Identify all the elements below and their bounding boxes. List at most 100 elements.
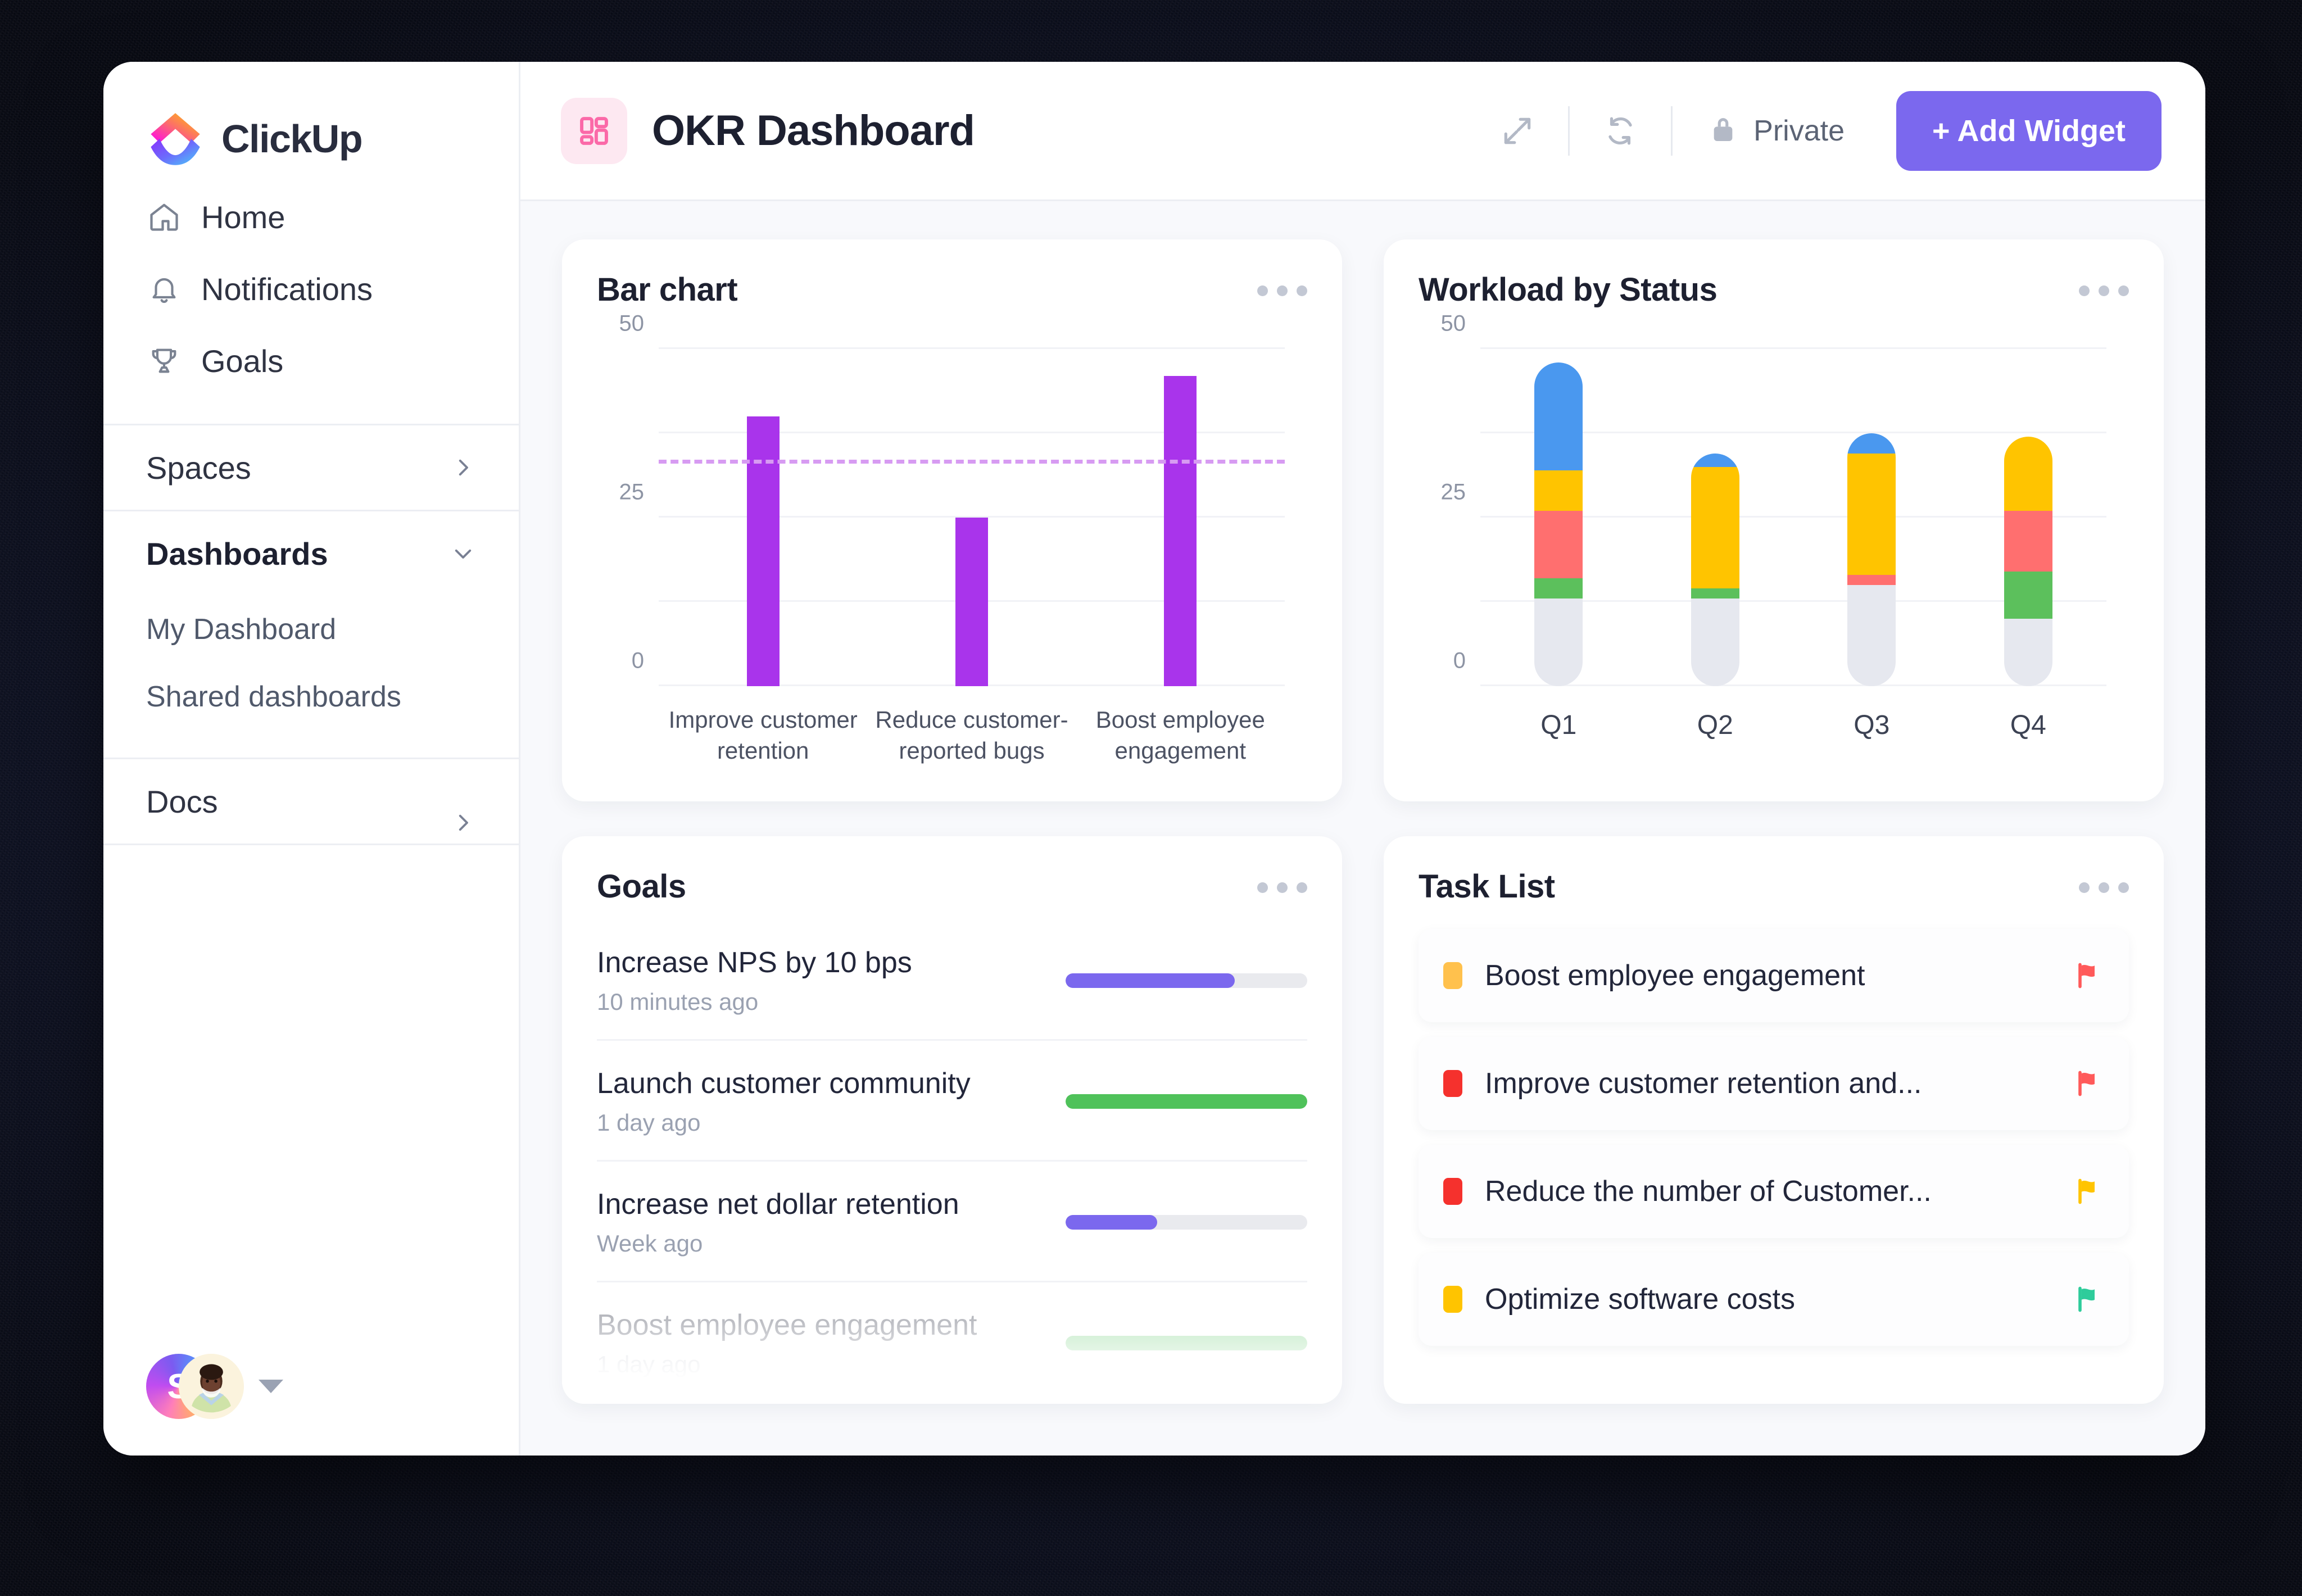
- bar-chart-x-labels: Improve customer retention Reduce custome…: [659, 704, 1285, 767]
- more-options-icon[interactable]: [2079, 868, 2129, 893]
- task-row[interactable]: Improve customer retention and...: [1419, 1037, 2129, 1130]
- goal-row[interactable]: Boost employee engagement 1 day ago: [597, 1282, 1307, 1402]
- refresh-icon[interactable]: [1594, 105, 1646, 157]
- expand-arrows-icon[interactable]: [1492, 105, 1543, 157]
- divider: [1671, 106, 1673, 156]
- goal-row[interactable]: Increase NPS by 10 bps 10 minutes ago: [597, 920, 1307, 1041]
- widget-task-list: Task List Boost employee engagement Impro…: [1384, 836, 2164, 1404]
- sidebar-section-label: Spaces: [146, 450, 251, 486]
- trophy-icon: [146, 343, 182, 379]
- widget-title: Task List: [1419, 868, 1555, 905]
- stacked-bar[interactable]: [1847, 433, 1896, 686]
- bar-segment: [1691, 467, 1739, 588]
- y-axis-tick-label: 50: [1440, 311, 1466, 336]
- sidebar-item-goals[interactable]: Goals: [103, 325, 519, 397]
- sidebar-item-notifications[interactable]: Notifications: [103, 253, 519, 325]
- sidebar-section-dashboards[interactable]: Dashboards: [103, 511, 519, 596]
- stack-slot: [1950, 349, 2107, 686]
- sidebar-section-docs[interactable]: Docs: [103, 759, 519, 844]
- goal-timestamp: 1 day ago: [597, 1109, 701, 1136]
- sidebar-item-label: Goals: [201, 343, 284, 379]
- primary-nav: Home Notifications Goals: [103, 172, 519, 397]
- caret-down-icon[interactable]: [259, 1380, 283, 1393]
- bars-layer: [1480, 349, 2106, 686]
- goal-progress-bar: [1066, 1336, 1307, 1350]
- bar-segment: [1534, 598, 1583, 686]
- privacy-indicator[interactable]: Private: [1697, 114, 1855, 148]
- x-axis-tick-label: Reduce customer-reported bugs: [875, 706, 1068, 764]
- sidebar-item-home[interactable]: Home: [103, 181, 519, 253]
- app-window: ClickUp Home Notifications Goals Spaces …: [103, 62, 2205, 1456]
- sidebar-section-label: Docs: [146, 783, 218, 819]
- stacked-bar[interactable]: [2004, 437, 2052, 686]
- user-avatar[interactable]: [179, 1354, 244, 1419]
- task-row[interactable]: Optimize software costs: [1419, 1253, 2129, 1346]
- goal-timestamp: 10 minutes ago: [597, 989, 759, 1015]
- sidebar-subitem-label: Shared dashboards: [146, 681, 401, 713]
- goal-texts: Increase net dollar retention Week ago: [597, 1187, 1043, 1257]
- stacked-chart-plot: 0 25 50: [1441, 311, 2106, 686]
- task-name: Optimize software costs: [1485, 1283, 1795, 1316]
- x-axis-tick-label: Q4: [2010, 710, 2046, 740]
- chevron-right-icon: [451, 456, 475, 479]
- sidebar-item-shared-dashboards[interactable]: Shared dashboards: [103, 663, 519, 731]
- bar-segment: [1534, 578, 1583, 598]
- bar-segment: [1534, 511, 1583, 578]
- widget-grid: Bar chart 0 25 50 Improve customer retenti…: [520, 201, 2205, 1456]
- sidebar-item-label: Home: [201, 199, 286, 235]
- flag-icon[interactable]: [2073, 959, 2102, 992]
- widget-header: Task List: [1419, 868, 2129, 905]
- more-options-icon[interactable]: [1257, 271, 1307, 296]
- main-area: OKR Dashboard Private + Add Widget Bar c…: [520, 62, 2205, 1456]
- bar-slot: [867, 349, 1076, 686]
- x-axis-tick-label: Improve customer retention: [668, 706, 858, 764]
- goal-list: Increase NPS by 10 bps 10 minutes ago Laun…: [597, 920, 1307, 1402]
- x-axis-tick-label: Boost employee engagement: [1095, 706, 1265, 764]
- bar[interactable]: [955, 518, 988, 686]
- stacked-bar[interactable]: [1534, 362, 1583, 686]
- sidebar-section-spaces[interactable]: Spaces: [103, 425, 519, 510]
- sidebar-item-my-dashboard[interactable]: My Dashboard: [103, 596, 519, 663]
- goal-name: Launch customer community: [597, 1067, 971, 1100]
- widget-title: Workload by Status: [1419, 271, 1718, 308]
- bar-segment: [2004, 437, 2052, 511]
- bar-segment: [1691, 598, 1739, 686]
- more-options-icon[interactable]: [1257, 868, 1307, 893]
- user-account-switcher[interactable]: S: [103, 1349, 519, 1456]
- bar[interactable]: [746, 416, 780, 686]
- clickup-logo-icon: [146, 110, 205, 168]
- sidebar: ClickUp Home Notifications Goals Spaces …: [103, 62, 520, 1456]
- goal-row[interactable]: Launch customer community 1 day ago: [597, 1041, 1307, 1162]
- brand-name: ClickUp: [221, 117, 363, 161]
- flag-icon[interactable]: [2073, 1283, 2102, 1316]
- dashboard-grid-icon: [561, 97, 627, 164]
- bar-segment: [2004, 619, 2052, 686]
- goal-progress-bar: [1066, 1215, 1307, 1230]
- add-widget-button[interactable]: + Add Widget: [1896, 90, 2161, 171]
- home-icon: [146, 199, 182, 235]
- goal-progress-fill: [1066, 1215, 1158, 1230]
- more-options-icon[interactable]: [2079, 271, 2129, 296]
- brand-logo[interactable]: ClickUp: [103, 62, 519, 172]
- bar-segment: [2004, 572, 2052, 619]
- sidebar-subitem-label: My Dashboard: [146, 613, 337, 646]
- goal-name: Boost employee engagement: [597, 1309, 977, 1341]
- bar-segment: [1534, 362, 1583, 470]
- y-axis-tick-label: 25: [1440, 479, 1466, 505]
- task-row[interactable]: Reduce the number of Customer...: [1419, 1145, 2129, 1238]
- bar-segment: [1847, 575, 1896, 585]
- goal-progress-fill: [1066, 1336, 1307, 1350]
- avatar-stack: S: [146, 1354, 244, 1419]
- flag-icon[interactable]: [2073, 1175, 2102, 1208]
- widget-workload-by-status: Workload by Status 0 25 50 Q1 Q2 Q3 Q4: [1384, 239, 2164, 801]
- flag-icon[interactable]: [2073, 1067, 2102, 1100]
- stacked-bar[interactable]: [1691, 454, 1739, 686]
- y-axis-tick-label: 0: [631, 648, 644, 673]
- divider: [1568, 106, 1570, 156]
- task-row[interactable]: Boost employee engagement: [1419, 929, 2129, 1022]
- bar[interactable]: [1164, 376, 1197, 686]
- task-name: Boost employee engagement: [1485, 959, 1865, 992]
- task-status-indicator: [1443, 1286, 1462, 1313]
- bar-segment: [1847, 585, 1896, 686]
- goal-row[interactable]: Increase net dollar retention Week ago: [597, 1162, 1307, 1282]
